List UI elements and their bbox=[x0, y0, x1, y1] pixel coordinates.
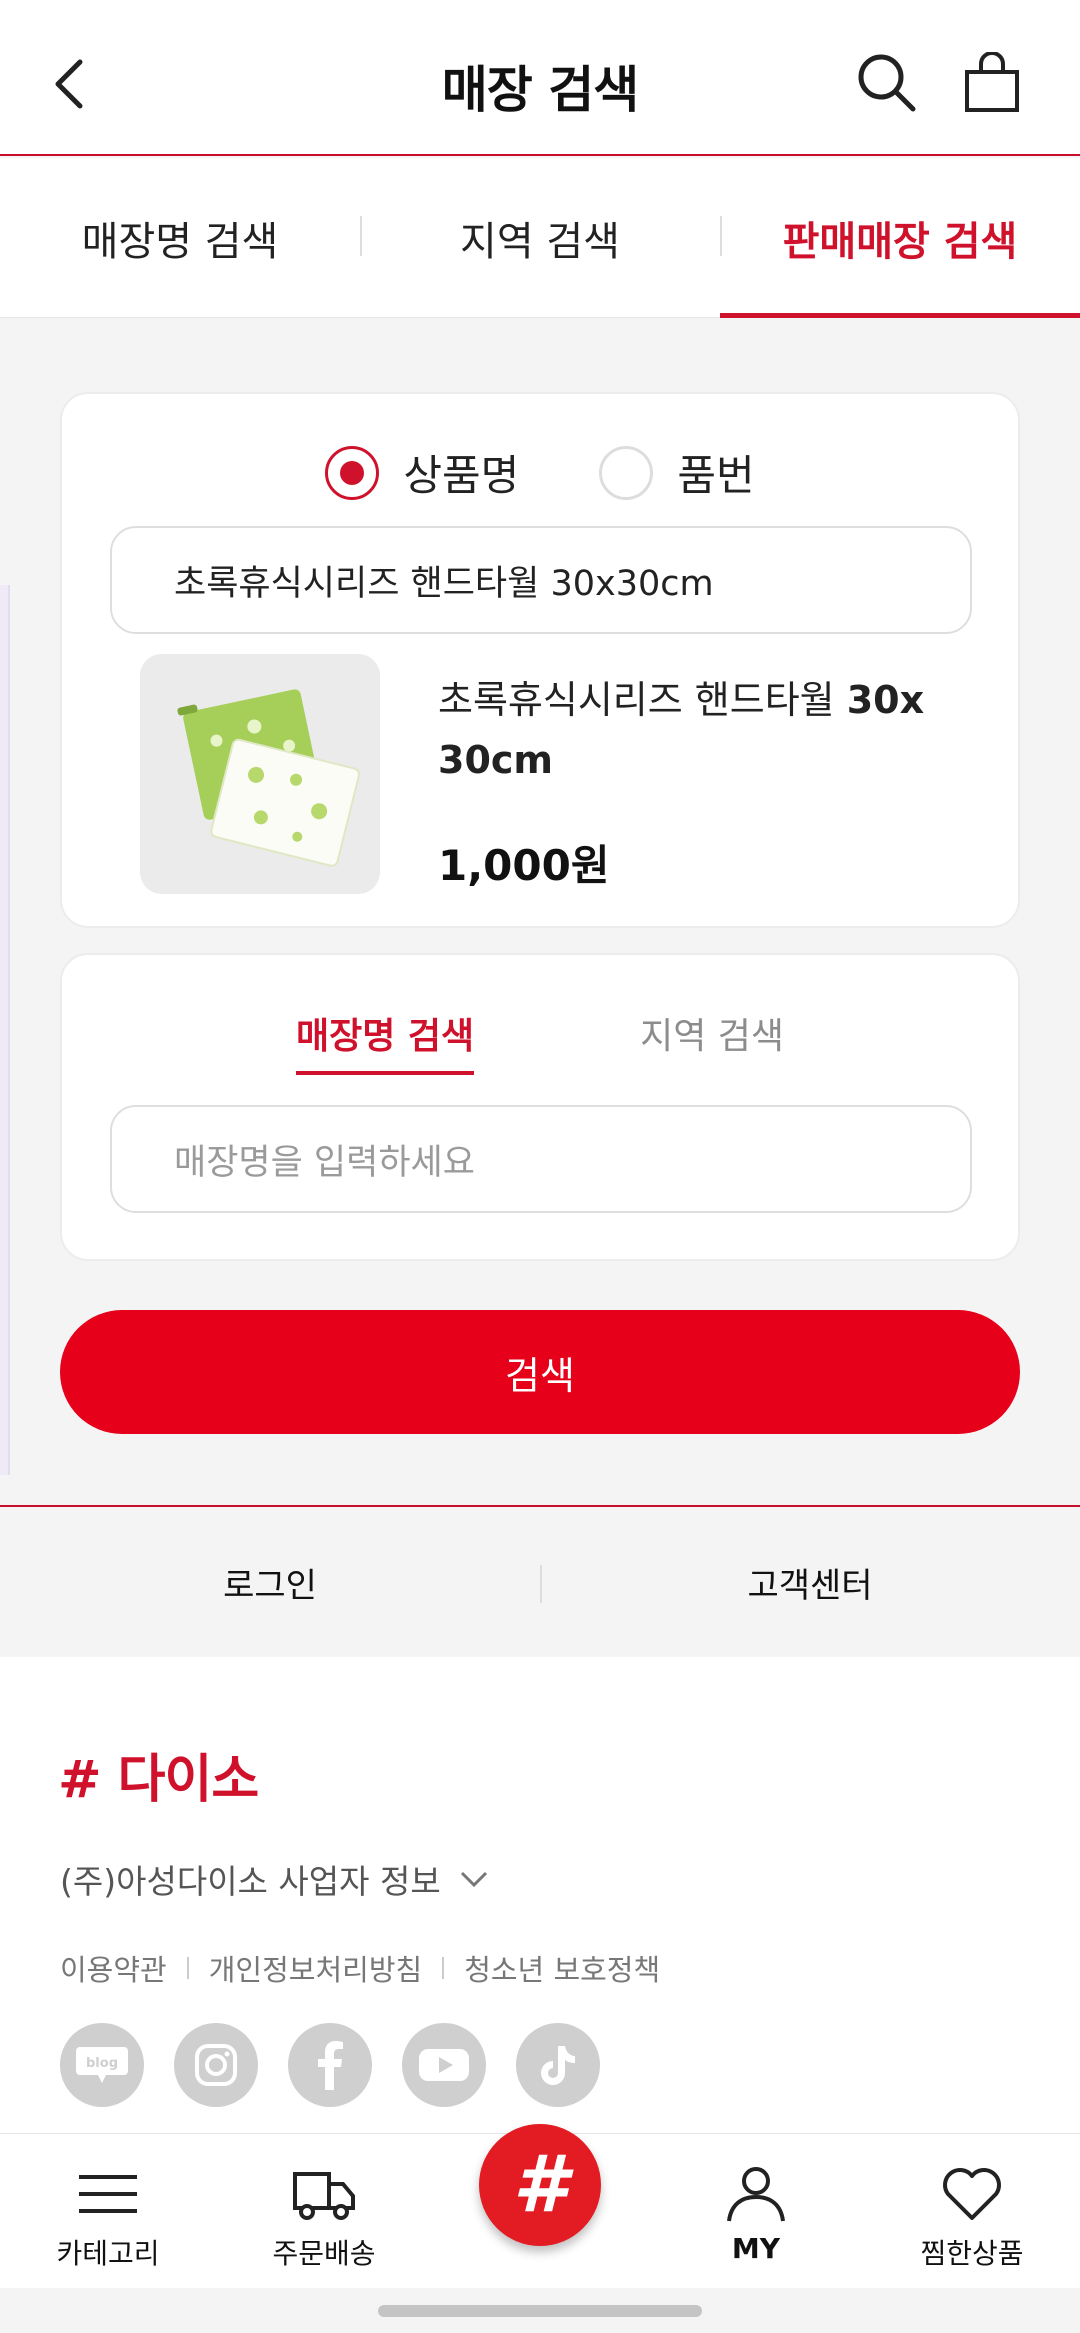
company-info-toggle[interactable]: (주)아성다이소 사업자 정보 bbox=[60, 1855, 489, 1903]
customer-center-link[interactable]: 고객센터 bbox=[540, 1507, 1080, 1657]
nav-label: 카테고리 bbox=[56, 2237, 160, 2270]
product-result[interactable]: 초록휴식시리즈 핸드타월 30x 30cm 1,000원 bbox=[140, 654, 978, 894]
product-image bbox=[140, 654, 380, 894]
instagram-icon[interactable] bbox=[174, 2023, 258, 2107]
youtube-icon[interactable] bbox=[402, 2023, 486, 2107]
shopping-bag-icon bbox=[965, 52, 1019, 112]
nav-my[interactable]: MY bbox=[648, 2134, 864, 2288]
menu-icon bbox=[79, 2175, 137, 2213]
search-button[interactable] bbox=[852, 48, 922, 118]
terms-link[interactable]: 이용약관 bbox=[60, 1947, 167, 1989]
store-search-tabs: 매장명 검색 지역 검색 bbox=[62, 1007, 1018, 1075]
tab-selling-store[interactable]: 판매매장 검색 bbox=[720, 158, 1080, 318]
search-mode-radios: 상품명 품번 bbox=[62, 442, 1018, 503]
subtab-store-name[interactable]: 매장명 검색 bbox=[295, 1007, 475, 1075]
radio-unselected-icon bbox=[599, 445, 654, 500]
nav-label: MY bbox=[731, 2232, 781, 2265]
footer: # 다이소 (주)아성다이소 사업자 정보 이용약관 개인정보처리방침 청소년 … bbox=[0, 1657, 1080, 2135]
chevron-down-icon bbox=[460, 1871, 487, 1888]
home-button[interactable]: # bbox=[479, 2124, 601, 2246]
product-price: 1,000원 bbox=[438, 841, 610, 890]
youth-policy-link[interactable]: 청소년 보호정책 bbox=[464, 1947, 660, 1989]
radio-product-name[interactable]: 상품명 bbox=[325, 442, 519, 503]
truck-icon bbox=[293, 2172, 355, 2220]
blog-text: blog bbox=[86, 2056, 118, 2071]
cart-button[interactable] bbox=[957, 48, 1027, 118]
side-strip bbox=[0, 585, 10, 1475]
radio-label: 품번 bbox=[677, 451, 755, 500]
product-search-card: 상품명 품번 초록휴식시리즈 핸드타월 30x30cm 초록휴식시리즈 핸드타월… bbox=[60, 392, 1020, 928]
radio-product-number[interactable]: 품번 bbox=[599, 442, 755, 503]
tab-region[interactable]: 지역 검색 bbox=[360, 158, 720, 317]
product-name-part: 초록휴식시리즈 핸드타월 bbox=[438, 678, 847, 722]
divider bbox=[442, 1957, 445, 1979]
tab-store-name[interactable]: 매장명 검색 bbox=[0, 158, 360, 317]
search-type-tabs: 매장명 검색 지역 검색 판매매장 검색 bbox=[0, 158, 1080, 318]
nav-label: 찜한상품 bbox=[920, 2237, 1024, 2270]
blog-icon[interactable]: blog bbox=[60, 2023, 144, 2107]
product-name-part: 30x bbox=[846, 678, 925, 722]
product-info: 초록휴식시리즈 핸드타월 30x 30cm 1,000원 bbox=[438, 654, 958, 894]
policy-links: 이용약관 개인정보처리방침 청소년 보호정책 bbox=[60, 1947, 660, 1989]
company-info-label: (주)아성다이소 사업자 정보 bbox=[60, 1862, 441, 1901]
hash-icon: # bbox=[512, 2140, 568, 2230]
store-name-input[interactable]: 매장명을 입력하세요 bbox=[110, 1105, 972, 1213]
social-links: blog bbox=[60, 2023, 600, 2107]
person-icon bbox=[727, 2167, 785, 2222]
store-search-card: 매장명 검색 지역 검색 매장명을 입력하세요 bbox=[60, 953, 1020, 1261]
radio-label: 상품명 bbox=[403, 451, 520, 500]
divider bbox=[186, 1957, 189, 1979]
hand-towel-image bbox=[140, 654, 380, 894]
search-icon bbox=[858, 54, 916, 112]
product-name: 초록휴식시리즈 핸드타월 30x 30cm bbox=[438, 670, 958, 790]
subtab-region[interactable]: 지역 검색 bbox=[640, 1007, 784, 1075]
nav-wishlist[interactable]: 찜한상품 bbox=[864, 2134, 1080, 2288]
tiktok-icon[interactable] bbox=[516, 2023, 600, 2107]
search-button[interactable]: 검색 bbox=[60, 1310, 1020, 1434]
heart-icon bbox=[943, 2168, 1001, 2220]
nav-orders[interactable]: 주문배송 bbox=[216, 2134, 432, 2288]
footer-links: 로그인 고객센터 bbox=[0, 1505, 1080, 1657]
radio-selected-icon bbox=[325, 445, 380, 500]
gesture-bar[interactable] bbox=[378, 2305, 702, 2317]
product-name-part: 30cm bbox=[438, 738, 554, 782]
facebook-icon[interactable] bbox=[288, 2023, 372, 2107]
nav-label: 주문배송 bbox=[272, 2237, 376, 2270]
nav-category[interactable]: 카테고리 bbox=[0, 2134, 216, 2288]
daiso-logo: # 다이소 bbox=[58, 1750, 259, 1810]
login-link[interactable]: 로그인 bbox=[0, 1507, 540, 1657]
product-query-input[interactable]: 초록휴식시리즈 핸드타월 30x30cm bbox=[110, 526, 972, 634]
header: 매장 검색 bbox=[0, 0, 1080, 156]
privacy-link[interactable]: 개인정보처리방침 bbox=[209, 1947, 422, 1989]
